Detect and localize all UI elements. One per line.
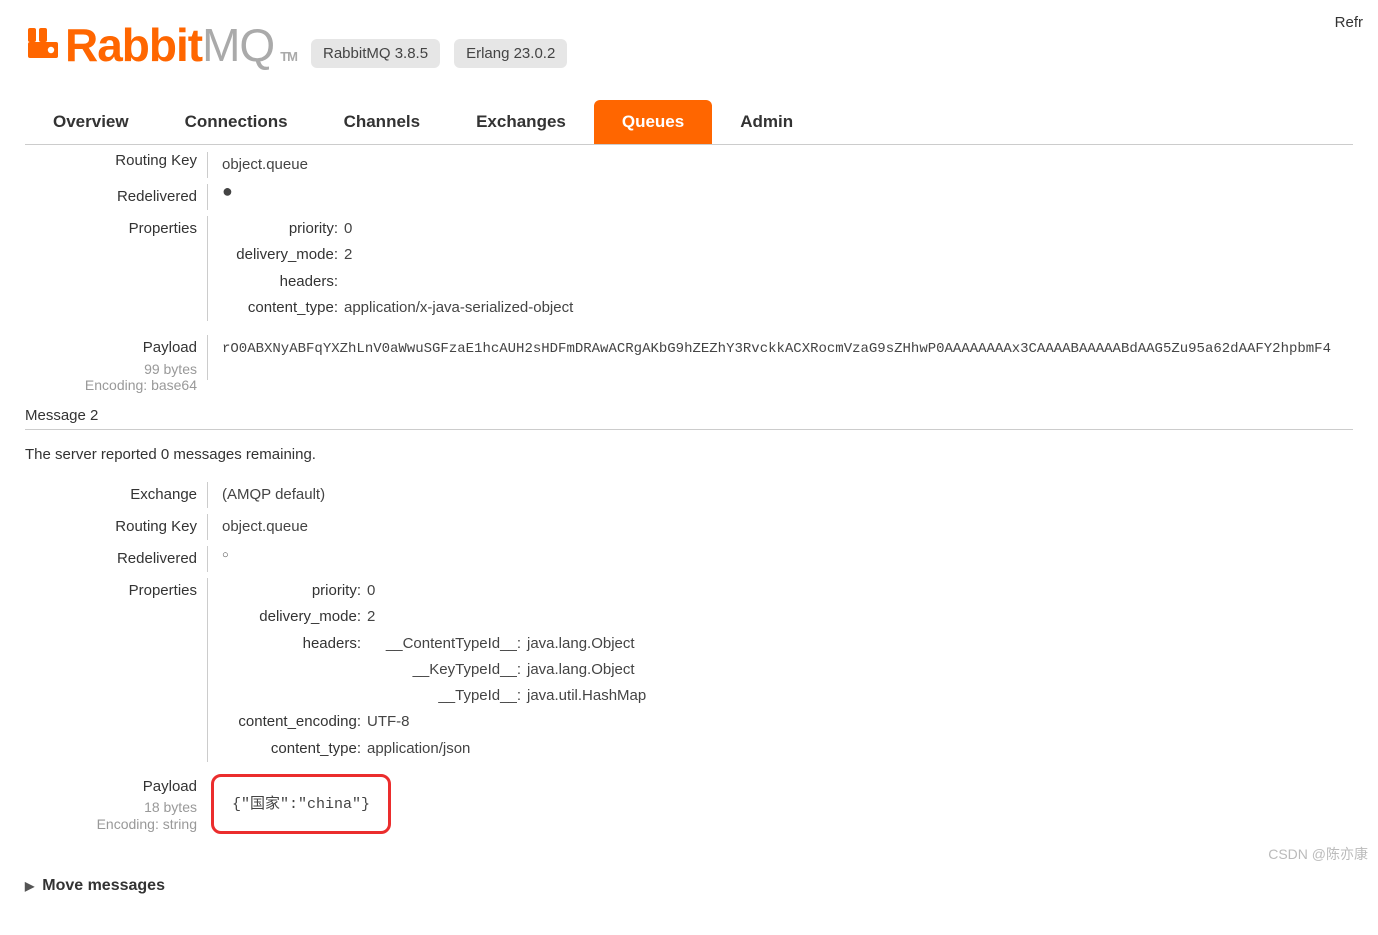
payload-encoding: Encoding: base64 bbox=[25, 377, 197, 394]
tab-overview[interactable]: Overview bbox=[25, 100, 157, 144]
exchange-value: (AMQP default) bbox=[207, 482, 1353, 508]
prop-priority-v: 0 bbox=[344, 216, 573, 242]
prop2-delivery-mode-v: 2 bbox=[367, 604, 646, 630]
version-badge: RabbitMQ 3.8.5 bbox=[311, 39, 440, 68]
prop-headers-k: headers: bbox=[222, 269, 344, 295]
prop-headers-v bbox=[344, 269, 573, 295]
prop2-headers-k: headers: bbox=[222, 631, 367, 710]
payload-label-2: Payload bbox=[25, 774, 197, 800]
expand-icon: ▶ bbox=[25, 879, 34, 893]
payload-value-cell: rO0ABXNyABFqYXZhLnV0aWwuSGFzaE1hcAUH2sHD… bbox=[207, 335, 1353, 380]
logo-text-rabbit: Rabbit bbox=[65, 18, 202, 72]
redelivered-value: ● bbox=[207, 184, 1353, 210]
rabbitmq-icon bbox=[25, 25, 61, 61]
prop-delivery-mode-k: delivery_mode: bbox=[222, 242, 344, 268]
logo-text-mq: MQ bbox=[202, 18, 274, 72]
properties-label-2: Properties bbox=[25, 578, 207, 604]
logo-tm: TM bbox=[280, 49, 297, 64]
prop-delivery-mode-v: 2 bbox=[344, 242, 573, 268]
routing-key-label-2: Routing Key bbox=[25, 514, 207, 540]
tab-exchanges[interactable]: Exchanges bbox=[448, 100, 594, 144]
page-header: Rabbit MQ TM RabbitMQ 3.8.5 Erlang 23.0.… bbox=[25, 0, 1353, 82]
move-messages-section[interactable]: ▶ Move messages bbox=[25, 877, 1353, 895]
tab-channels[interactable]: Channels bbox=[316, 100, 449, 144]
message-2-divider: Message 2 bbox=[25, 397, 1353, 430]
payload-value-2: {"国家":"china"} bbox=[232, 796, 370, 813]
prop2-delivery-mode-k: delivery_mode: bbox=[222, 604, 367, 630]
prop2-content-type-v: application/json bbox=[367, 736, 646, 762]
tab-admin[interactable]: Admin bbox=[712, 100, 821, 144]
payload-label-block: Payload 99 bytes Encoding: base64 bbox=[25, 335, 207, 394]
properties-label: Properties bbox=[25, 216, 207, 242]
prop2-priority-v: 0 bbox=[367, 578, 646, 604]
watermark: CSDN @陈亦康 bbox=[1268, 844, 1368, 864]
header-contenttypeid-k: __ContentTypeId__: bbox=[367, 631, 527, 657]
refresh-link[interactable]: Refr bbox=[1335, 14, 1363, 31]
payload-highlight-box: {"国家":"china"} bbox=[211, 774, 391, 835]
properties-value-2: priority: 0 delivery_mode: 2 headers: __… bbox=[207, 578, 1353, 762]
exchange-label: Exchange bbox=[25, 482, 207, 508]
prop-content-type-k: content_type: bbox=[222, 295, 344, 321]
prop-priority-k: priority: bbox=[222, 216, 344, 242]
rabbitmq-logo: Rabbit MQ TM bbox=[25, 18, 297, 72]
payload-label: Payload bbox=[25, 335, 197, 361]
routing-key-value-2: object.queue bbox=[207, 514, 1353, 540]
redelivered-value-2: ○ bbox=[207, 546, 1353, 572]
tab-queues[interactable]: Queues bbox=[594, 100, 712, 144]
routing-key-value: object.queue bbox=[207, 152, 1353, 178]
main-nav: Overview Connections Channels Exchanges … bbox=[25, 100, 1353, 145]
payload-label-block-2: Payload 18 bytes Encoding: string bbox=[25, 774, 207, 833]
move-messages-label: Move messages bbox=[42, 877, 165, 895]
prop2-priority-k: priority: bbox=[222, 578, 367, 604]
redelivered-label: Redelivered bbox=[25, 184, 207, 210]
prop2-headers-v: __ContentTypeId__: java.lang.Object __Ke… bbox=[367, 631, 646, 710]
prop2-content-type-k: content_type: bbox=[222, 736, 367, 762]
header-typeid-v: java.util.HashMap bbox=[527, 683, 646, 709]
redelivered-label-2: Redelivered bbox=[25, 546, 207, 572]
tab-connections[interactable]: Connections bbox=[157, 100, 316, 144]
erlang-badge: Erlang 23.0.2 bbox=[454, 39, 567, 68]
header-contenttypeid-v: java.lang.Object bbox=[527, 631, 646, 657]
header-typeid-k: __TypeId__: bbox=[367, 683, 527, 709]
routing-key-label: Routing Key bbox=[25, 148, 207, 174]
message-1-section: Routing Key object.queue Redelivered ● P… bbox=[25, 149, 1353, 397]
payload-bytes: 99 bytes bbox=[25, 361, 197, 378]
message-2-section: Exchange (AMQP default) Routing Key obje… bbox=[25, 479, 1353, 837]
prop2-content-encoding-v: UTF-8 bbox=[367, 709, 646, 735]
prop-content-type-v: application/x-java-serialized-object bbox=[344, 295, 573, 321]
payload-bytes-2: 18 bytes bbox=[25, 799, 197, 816]
payload-value: rO0ABXNyABFqYXZhLnV0aWwuSGFzaE1hcAUH2sHD… bbox=[222, 341, 1331, 357]
properties-value: priority: 0 delivery_mode: 2 headers: co… bbox=[207, 216, 1353, 321]
prop2-content-encoding-k: content_encoding: bbox=[222, 709, 367, 735]
payload-encoding-2: Encoding: string bbox=[25, 816, 197, 833]
header-keytypeid-v: java.lang.Object bbox=[527, 657, 646, 683]
payload-value-cell-2: {"国家":"china"} bbox=[207, 774, 1353, 835]
header-keytypeid-k: __KeyTypeId__: bbox=[367, 657, 527, 683]
server-remaining-text: The server reported 0 messages remaining… bbox=[25, 446, 1353, 463]
